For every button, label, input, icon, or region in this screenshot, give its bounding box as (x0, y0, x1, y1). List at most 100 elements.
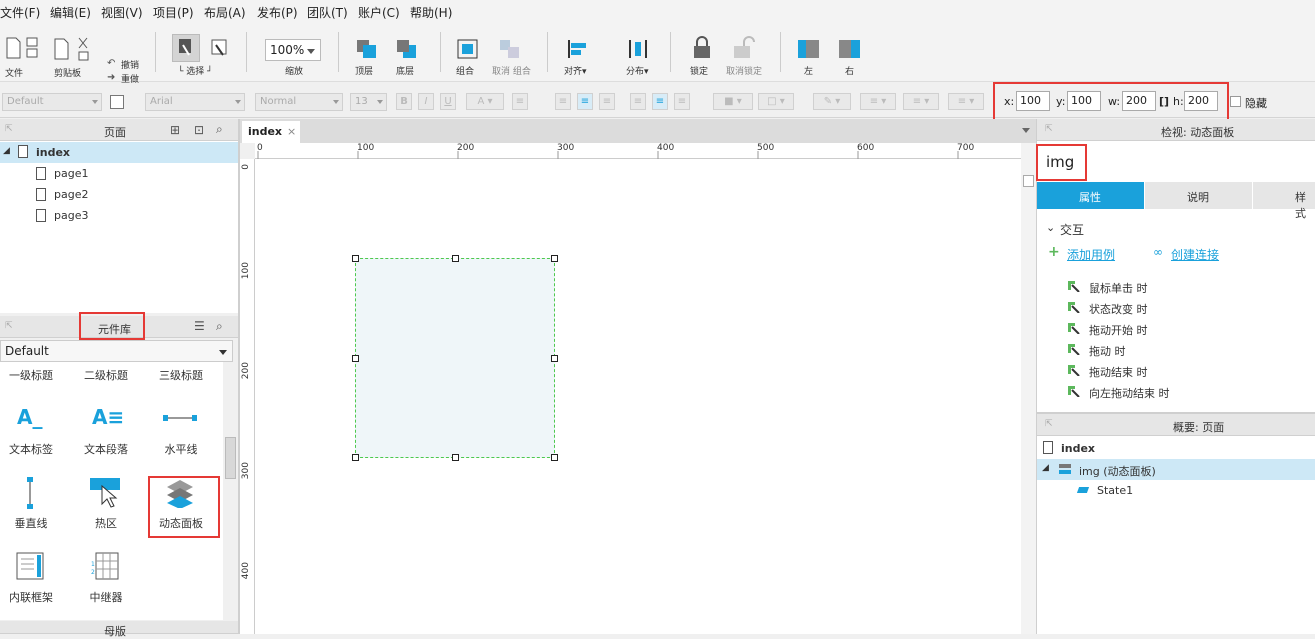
expand-icon[interactable]: ◢ (3, 146, 10, 156)
outline-state[interactable]: State1 (1037, 480, 1315, 501)
distribute-label[interactable]: 分布▾ (626, 64, 649, 77)
menu-project[interactable]: 项目(P) (153, 4, 194, 21)
underline-button[interactable]: U (440, 93, 456, 110)
align-icon[interactable] (566, 38, 590, 60)
tab-notes[interactable]: 说明 (1145, 182, 1252, 209)
undo-icon[interactable]: ↶ (107, 58, 115, 69)
line-width-button[interactable]: ≡ ▾ (860, 93, 896, 110)
page-item-index[interactable]: ◢ index (0, 142, 238, 163)
distribute-icon[interactable] (627, 38, 651, 60)
widget-vertical-line[interactable]: 垂直线 (0, 515, 68, 531)
resize-handle[interactable] (551, 255, 558, 262)
menu-publish[interactable]: 发布(P) (257, 4, 298, 21)
dynamic-panel-img[interactable] (355, 258, 555, 458)
event-item[interactable]: 状态改变 时 (1068, 301, 1148, 317)
event-item[interactable]: 拖动 时 (1068, 343, 1126, 359)
tab-style[interactable]: 样式 (1253, 182, 1315, 220)
menu-help[interactable]: 帮助(H) (410, 4, 452, 21)
align-label[interactable]: 对齐▾ (564, 64, 587, 77)
valign-bottom-button[interactable]: ≡ (674, 93, 690, 110)
font-color-button[interactable]: A ▾ (466, 93, 504, 110)
widget-inline-frame[interactable]: 内联框架 (0, 589, 68, 605)
create-link-link[interactable]: 创建连接 (1171, 246, 1219, 263)
align-right-button[interactable]: ≡ (599, 93, 615, 110)
event-item[interactable]: 拖动开始 时 (1068, 322, 1148, 338)
bold-button[interactable]: B (396, 93, 412, 110)
widget-repeater[interactable]: 中继器 (69, 589, 143, 605)
select-intersect-button[interactable] (172, 34, 200, 62)
arrow-style-button[interactable]: ≡ ▾ (948, 93, 984, 110)
left-panel-icon[interactable] (797, 38, 821, 60)
style-editor-icon[interactable] (110, 95, 124, 109)
lock-icon[interactable] (690, 36, 714, 60)
collapse-icon[interactable]: ⇱ (5, 321, 13, 331)
widget-scrollbar[interactable] (223, 362, 238, 620)
valign-middle-button[interactable]: ≡ (652, 93, 668, 110)
clipboard-icon[interactable] (53, 36, 93, 62)
search-icon[interactable]: ⌕ (216, 319, 223, 334)
canvas-scrollbar[interactable] (1021, 143, 1036, 634)
file-icon[interactable] (5, 36, 43, 62)
redo-label[interactable]: 重做 (121, 72, 139, 85)
menu-account[interactable]: 账户(C) (358, 4, 400, 21)
menu-team[interactable]: 团队(T) (307, 4, 348, 21)
add-icon[interactable]: + (1048, 244, 1060, 260)
ungroup-icon[interactable] (498, 38, 522, 60)
bullet-list-button[interactable]: ≡ (512, 93, 528, 110)
unlock-icon[interactable] (732, 36, 756, 60)
redo-icon[interactable]: ➜ (107, 72, 115, 83)
search-icon[interactable]: ⌕ (216, 122, 223, 137)
widget-text-label[interactable]: 文本标签 (0, 441, 68, 457)
menu-layout[interactable]: 布局(A) (204, 4, 246, 21)
group-icon[interactable] (456, 38, 480, 60)
collapse-icon[interactable]: ⇱ (1045, 124, 1053, 134)
widget-horizontal-line[interactable]: 水平线 (144, 441, 218, 457)
fill-color-button[interactable]: ■ ▾ (713, 93, 753, 110)
resize-handle[interactable] (452, 255, 459, 262)
valign-top-button[interactable]: ≡ (630, 93, 646, 110)
italic-button[interactable]: I (418, 93, 434, 110)
widget-heading2[interactable]: 二级标题 (69, 367, 143, 383)
style-select[interactable]: Default (2, 93, 102, 111)
align-left-button[interactable]: ≡ (555, 93, 571, 110)
font-select[interactable]: Arial (145, 93, 245, 111)
collapse-icon[interactable]: ⇱ (1045, 419, 1053, 429)
widget-heading1[interactable]: 一级标题 (0, 367, 68, 383)
resize-handle[interactable] (352, 255, 359, 262)
menu-file[interactable]: 文件(F) (0, 4, 40, 21)
page-item-page1[interactable]: page1 (0, 163, 238, 184)
resize-handle[interactable] (452, 454, 459, 461)
menu-edit[interactable]: 编辑(E) (50, 4, 91, 21)
menu-view[interactable]: 视图(V) (101, 4, 143, 21)
send-to-back-icon[interactable] (395, 38, 419, 60)
font-weight-select[interactable]: Normal (255, 93, 343, 111)
tab-properties[interactable]: 属性 (1037, 182, 1144, 209)
tab-index[interactable]: index × (242, 121, 300, 143)
add-folder-icon[interactable]: ⊡ (194, 123, 204, 137)
library-select[interactable]: Default (0, 340, 233, 362)
select-contained-icon[interactable] (207, 36, 233, 62)
zoom-select[interactable]: 100% (265, 39, 321, 61)
widget-hotspot[interactable]: 热区 (69, 515, 143, 531)
menu-icon[interactable]: ☰ (194, 319, 205, 333)
resize-handle[interactable] (352, 355, 359, 362)
resize-handle[interactable] (352, 454, 359, 461)
expand-icon[interactable]: ◢ (1042, 463, 1049, 473)
tabs-menu-icon[interactable] (1022, 128, 1030, 133)
page-item-page3[interactable]: page3 (0, 205, 238, 226)
font-size-select[interactable]: 13 (350, 93, 387, 111)
resize-handle[interactable] (551, 454, 558, 461)
event-item[interactable]: 鼠标单击 时 (1068, 280, 1148, 296)
line-style-button[interactable]: ≡ ▾ (903, 93, 939, 110)
right-panel-icon[interactable] (838, 38, 862, 60)
add-page-icon[interactable]: ⊞ (170, 123, 180, 137)
collapse-icon[interactable]: ⇱ (5, 124, 13, 134)
align-center-button[interactable]: ≡ (577, 93, 593, 110)
design-canvas[interactable] (255, 143, 1036, 634)
bring-to-front-icon[interactable] (355, 38, 379, 60)
resize-handle[interactable] (551, 355, 558, 362)
hidden-checkbox[interactable] (1230, 96, 1241, 107)
line-color-button[interactable]: ✎ ▾ (813, 93, 851, 110)
outline-widget-img[interactable]: ◢ img (动态面板) (1037, 459, 1315, 480)
event-item[interactable]: 向左拖动结束 时 (1068, 385, 1170, 401)
